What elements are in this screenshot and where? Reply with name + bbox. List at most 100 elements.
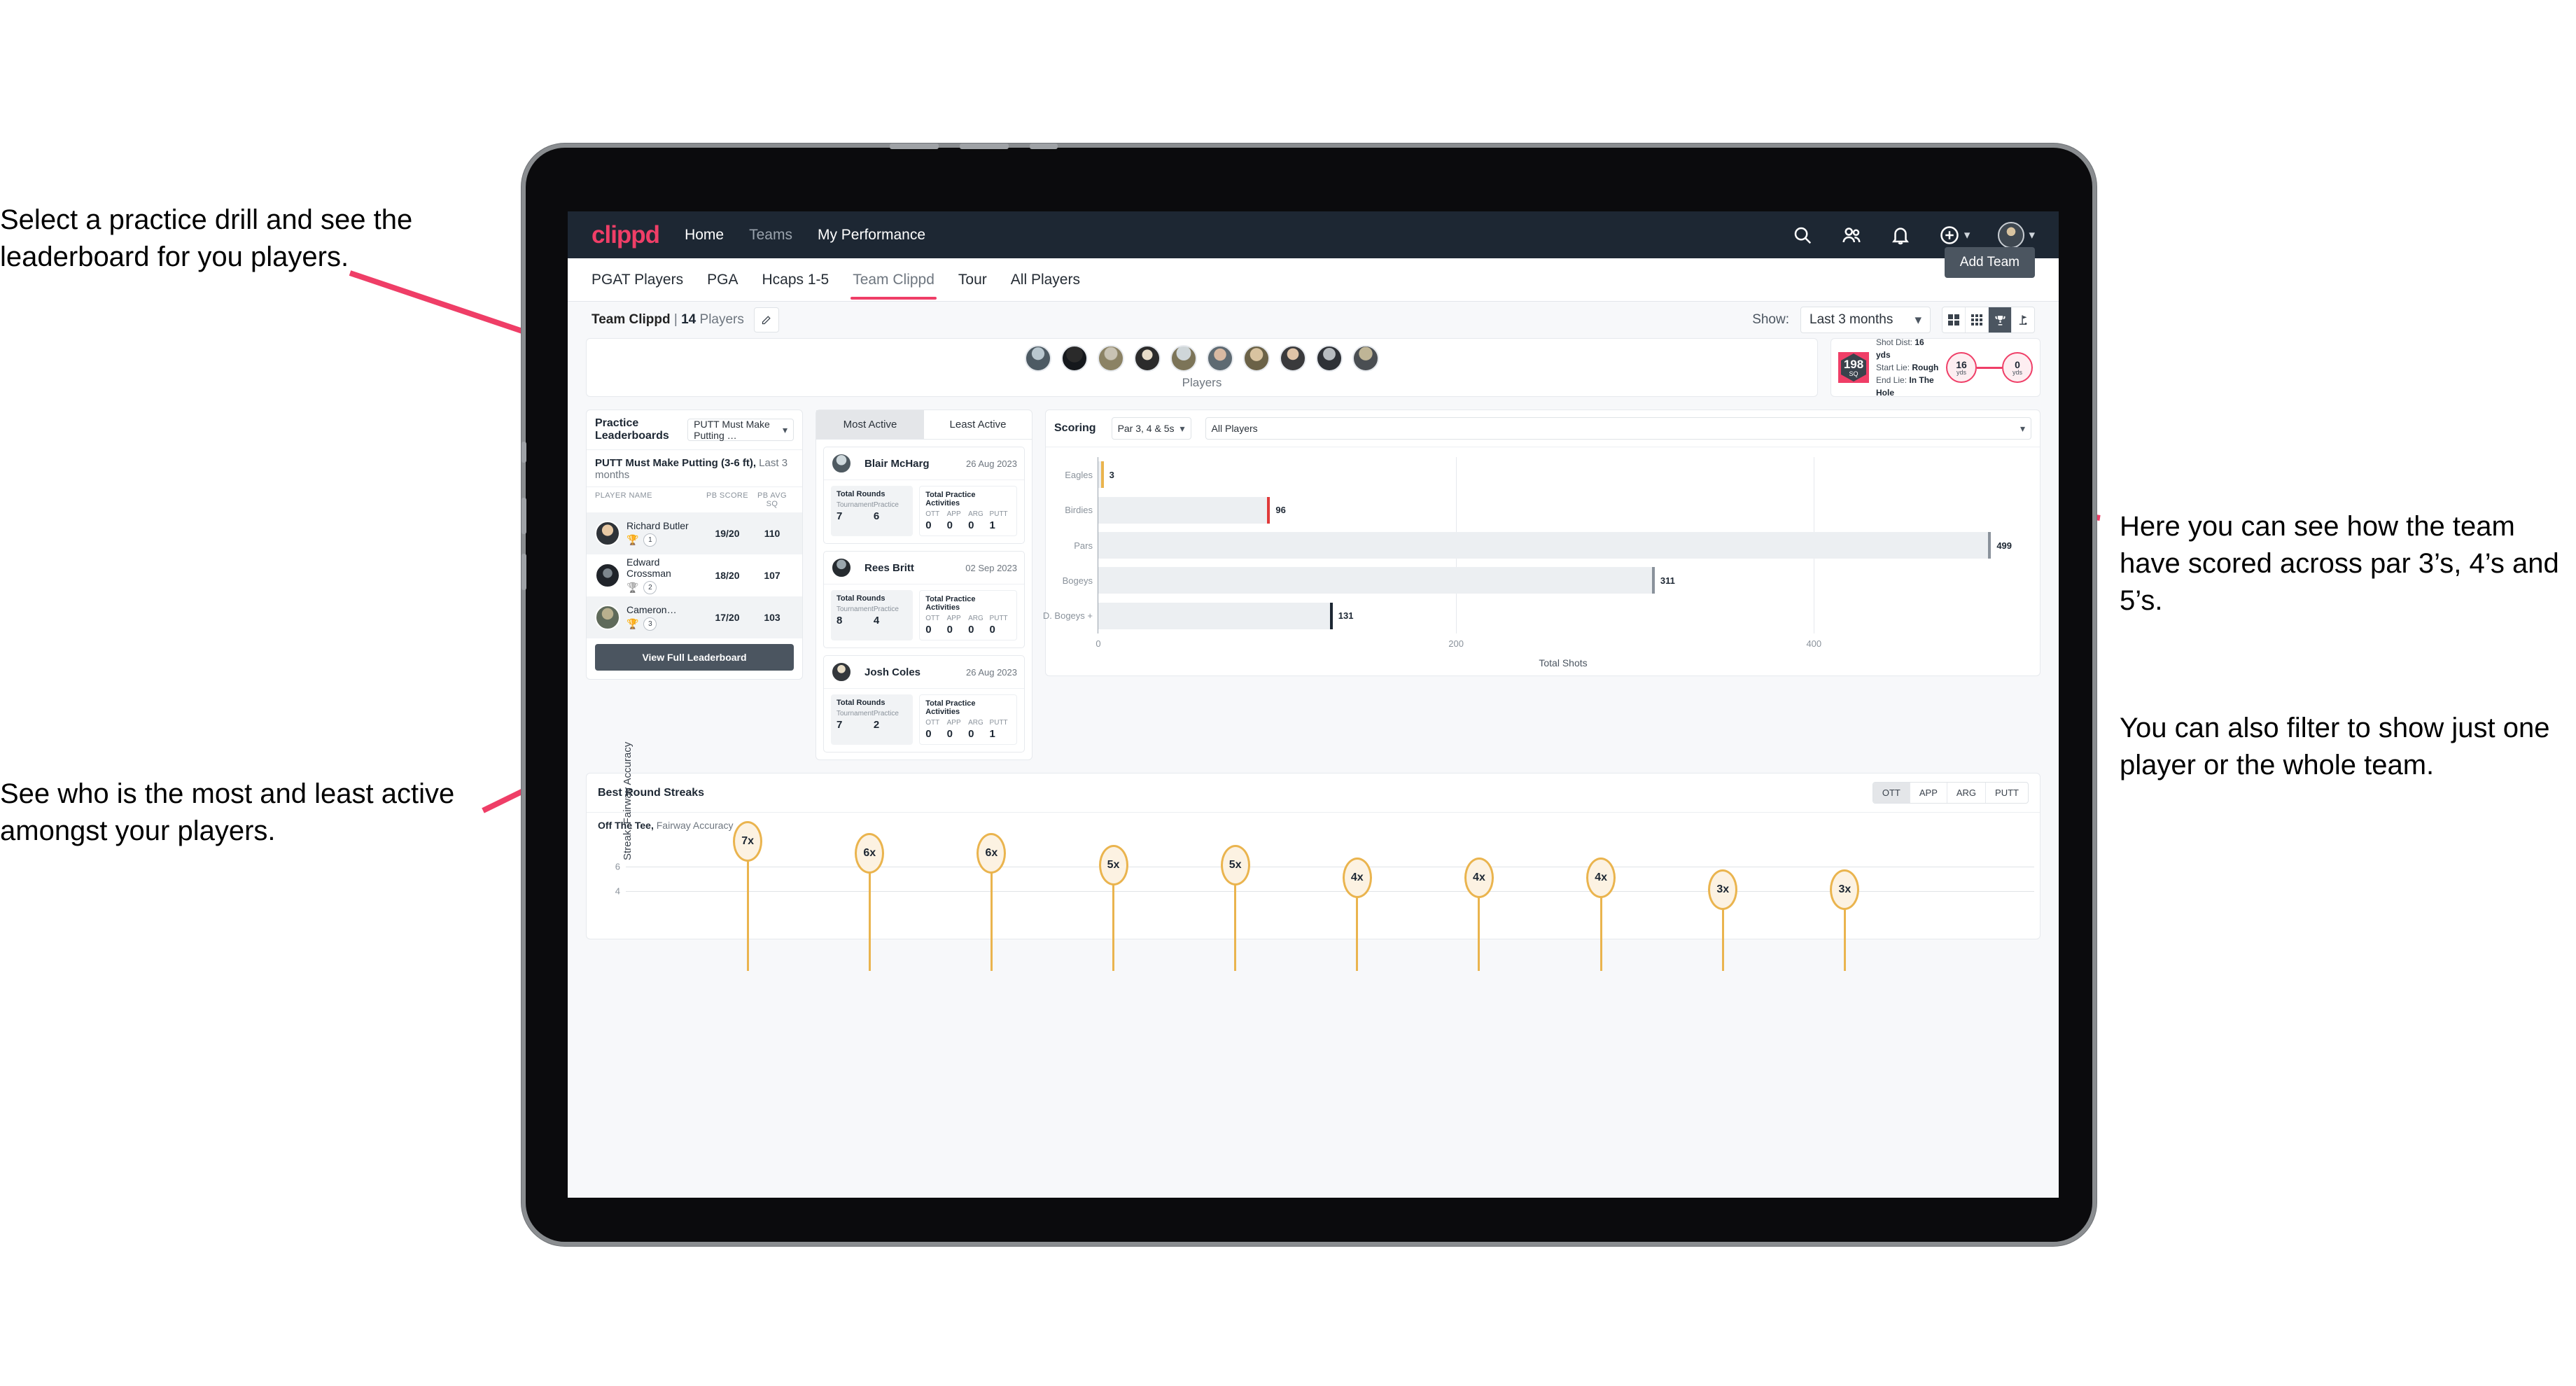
tab-team-clippd[interactable]: Team Clippd <box>850 260 937 300</box>
chevron-down-icon: ▾ <box>2019 422 2025 434</box>
bar-row: Birdies 96 <box>1065 496 1286 524</box>
streak-marker[interactable]: 3x <box>1708 869 1738 910</box>
rank-badge: 2 <box>643 581 657 594</box>
hexagon-icon: 198 SQ <box>1841 354 1866 382</box>
distance-connector-line <box>1977 366 2002 369</box>
player-filter-select[interactable]: All Players ▾ <box>1205 417 2031 440</box>
tab-pga[interactable]: PGA <box>707 260 738 300</box>
add-team-button[interactable]: Add Team <box>1944 247 2035 278</box>
tab-pgat-players[interactable]: PGAT Players <box>592 260 683 300</box>
value-tournament: 7 <box>836 719 843 731</box>
nav-link-my-performance[interactable]: My Performance <box>818 227 925 244</box>
key-app: APP <box>946 719 961 727</box>
streak-marker[interactable]: 4x <box>1342 857 1372 898</box>
list-item[interactable]: Rees Britt 02 Sep 2023 Total Rounds Tour… <box>823 551 1025 648</box>
nav-link-teams[interactable]: Teams <box>749 227 792 244</box>
tab-all-players[interactable]: All Players <box>1011 260 1080 300</box>
streak-marker[interactable]: 4x <box>1464 857 1494 898</box>
practice-leaderboards-title: Practice Leaderboards <box>595 417 669 442</box>
rank-badge: 3 <box>643 617 657 631</box>
value-arg: 0 <box>968 728 974 740</box>
toggle-putt[interactable]: PUTT <box>1986 783 2028 803</box>
shot-sq-unit: SQ <box>1849 370 1858 377</box>
avatar[interactable] <box>1098 345 1124 372</box>
table-row[interactable]: Cameron… 🏆 3 17/20 103 <box>587 596 802 638</box>
total-rounds-box: Total Rounds Tournament 7 Practice 2 <box>831 694 913 745</box>
activity-date: 26 Aug 2023 <box>965 458 1017 469</box>
bar <box>1098 602 1333 629</box>
toggle-app[interactable]: APP <box>1910 783 1947 803</box>
avatar[interactable] <box>1207 345 1233 372</box>
annotation-bottom-left: See who is the most and least active amo… <box>0 778 455 847</box>
streak-stem <box>1600 890 1602 971</box>
trophy-icon[interactable] <box>1989 307 2012 332</box>
streak-marker[interactable]: 7x <box>733 821 763 862</box>
scoring-chart: Eagles 3 Birdies 96 Pars 499 Bogeys 311 D. Bogey… <box>1043 447 2040 676</box>
streak-stem <box>1478 890 1480 971</box>
clippd-logo[interactable]: clippd <box>592 221 660 249</box>
toggle-ott[interactable]: OTT <box>1872 783 1910 803</box>
table-row[interactable]: Richard Butler 🏆 1 19/20 110 <box>587 512 802 554</box>
streak-marker[interactable]: 6x <box>976 833 1007 874</box>
nav-link-home[interactable]: Home <box>685 227 724 244</box>
golf-flag-icon[interactable] <box>2012 307 2034 332</box>
avatar[interactable] <box>1170 345 1197 372</box>
key-ott: OTT <box>925 615 940 622</box>
grid-small-icon[interactable] <box>1966 307 1989 332</box>
toggle-arg[interactable]: ARG <box>1947 783 1987 803</box>
pencil-icon[interactable] <box>753 307 779 332</box>
tab-hcaps-1-5[interactable]: Hcaps 1-5 <box>762 260 829 300</box>
bar-row: D. Bogeys + 131 <box>1043 602 1354 629</box>
shot-quality-badge: 198 SQ <box>1838 352 1869 383</box>
pb-avg-sq: 110 <box>764 528 780 539</box>
profile-menu[interactable]: ▾ <box>1998 221 2035 248</box>
avatar[interactable] <box>1280 345 1306 372</box>
avatar[interactable] <box>1316 345 1343 372</box>
value-putt: 1 <box>989 519 995 531</box>
players-strip-card: Players <box>586 338 1818 397</box>
grid-large-icon[interactable] <box>1942 307 1966 332</box>
tab-most-active[interactable]: Most Active <box>816 410 924 439</box>
view-full-leaderboard-button[interactable]: View Full Leaderboard <box>595 644 794 671</box>
par-select[interactable]: Par 3, 4 & 5s ▾ <box>1111 417 1191 440</box>
avatar[interactable] <box>1061 345 1088 372</box>
toolbar-right: Show: Last 3 months ▾ <box>1752 307 2035 333</box>
streak-marker[interactable]: 6x <box>855 833 885 874</box>
leaderboard-player: Edward Crossman 🏆 2 <box>626 556 704 594</box>
pb-avg-sq: 103 <box>764 612 780 623</box>
value-ott: 0 <box>925 519 932 531</box>
streak-marker[interactable]: 4x <box>1586 857 1616 898</box>
people-icon[interactable] <box>1841 225 1862 246</box>
activity-date: 02 Sep 2023 <box>965 562 1017 573</box>
streak-marker[interactable]: 3x <box>1830 869 1860 910</box>
table-row[interactable]: Edward Crossman 🏆 2 18/20 107 <box>587 554 802 596</box>
drill-select[interactable]: PUTT Must Make Putting … ▾ <box>687 419 794 441</box>
list-item[interactable]: Blair McHarg 26 Aug 2023 Total Rounds To… <box>823 447 1025 544</box>
create-menu[interactable]: ▾ <box>1939 225 1970 246</box>
total-practice-values: OTT 0 APP 0 ARG 0 PUTT 1 <box>925 719 1011 740</box>
avatar[interactable] <box>1134 345 1161 372</box>
streak-marker[interactable]: 5x <box>1098 845 1128 886</box>
period-select[interactable]: Last 3 months ▾ <box>1800 307 1931 333</box>
search-icon[interactable] <box>1792 225 1813 246</box>
bell-icon[interactable] <box>1890 225 1911 246</box>
avatar[interactable] <box>1243 345 1270 372</box>
avatar[interactable] <box>1025 345 1051 372</box>
top-row: Players 198 SQ Shot Dist: 16 yds Start L… <box>568 337 2059 398</box>
player-name: Blair McHarg <box>864 457 930 470</box>
tab-tour[interactable]: Tour <box>958 260 987 300</box>
value-practice: 6 <box>873 510 880 522</box>
streak-marker[interactable]: 5x <box>1220 845 1250 886</box>
x-axis-tick: 400 <box>1806 638 1822 649</box>
chevron-down-icon: ▾ <box>1963 227 1970 241</box>
tab-least-active[interactable]: Least Active <box>924 410 1032 439</box>
avatar[interactable] <box>1998 221 2025 248</box>
tab-strip: PGAT Players PGA Hcaps 1-5 Team Clippd T… <box>568 247 2059 302</box>
key-putt: PUTT <box>989 615 1008 622</box>
avatar[interactable] <box>1352 345 1379 372</box>
key-app: APP <box>946 510 961 518</box>
total-rounds-values: Tournament 8 Practice 4 <box>836 606 907 626</box>
player-badges: 🏆 3 <box>626 617 704 631</box>
plus-circle-icon[interactable] <box>1939 225 1960 246</box>
list-item[interactable]: Josh Coles 26 Aug 2023 Total Rounds Tour… <box>823 655 1025 752</box>
